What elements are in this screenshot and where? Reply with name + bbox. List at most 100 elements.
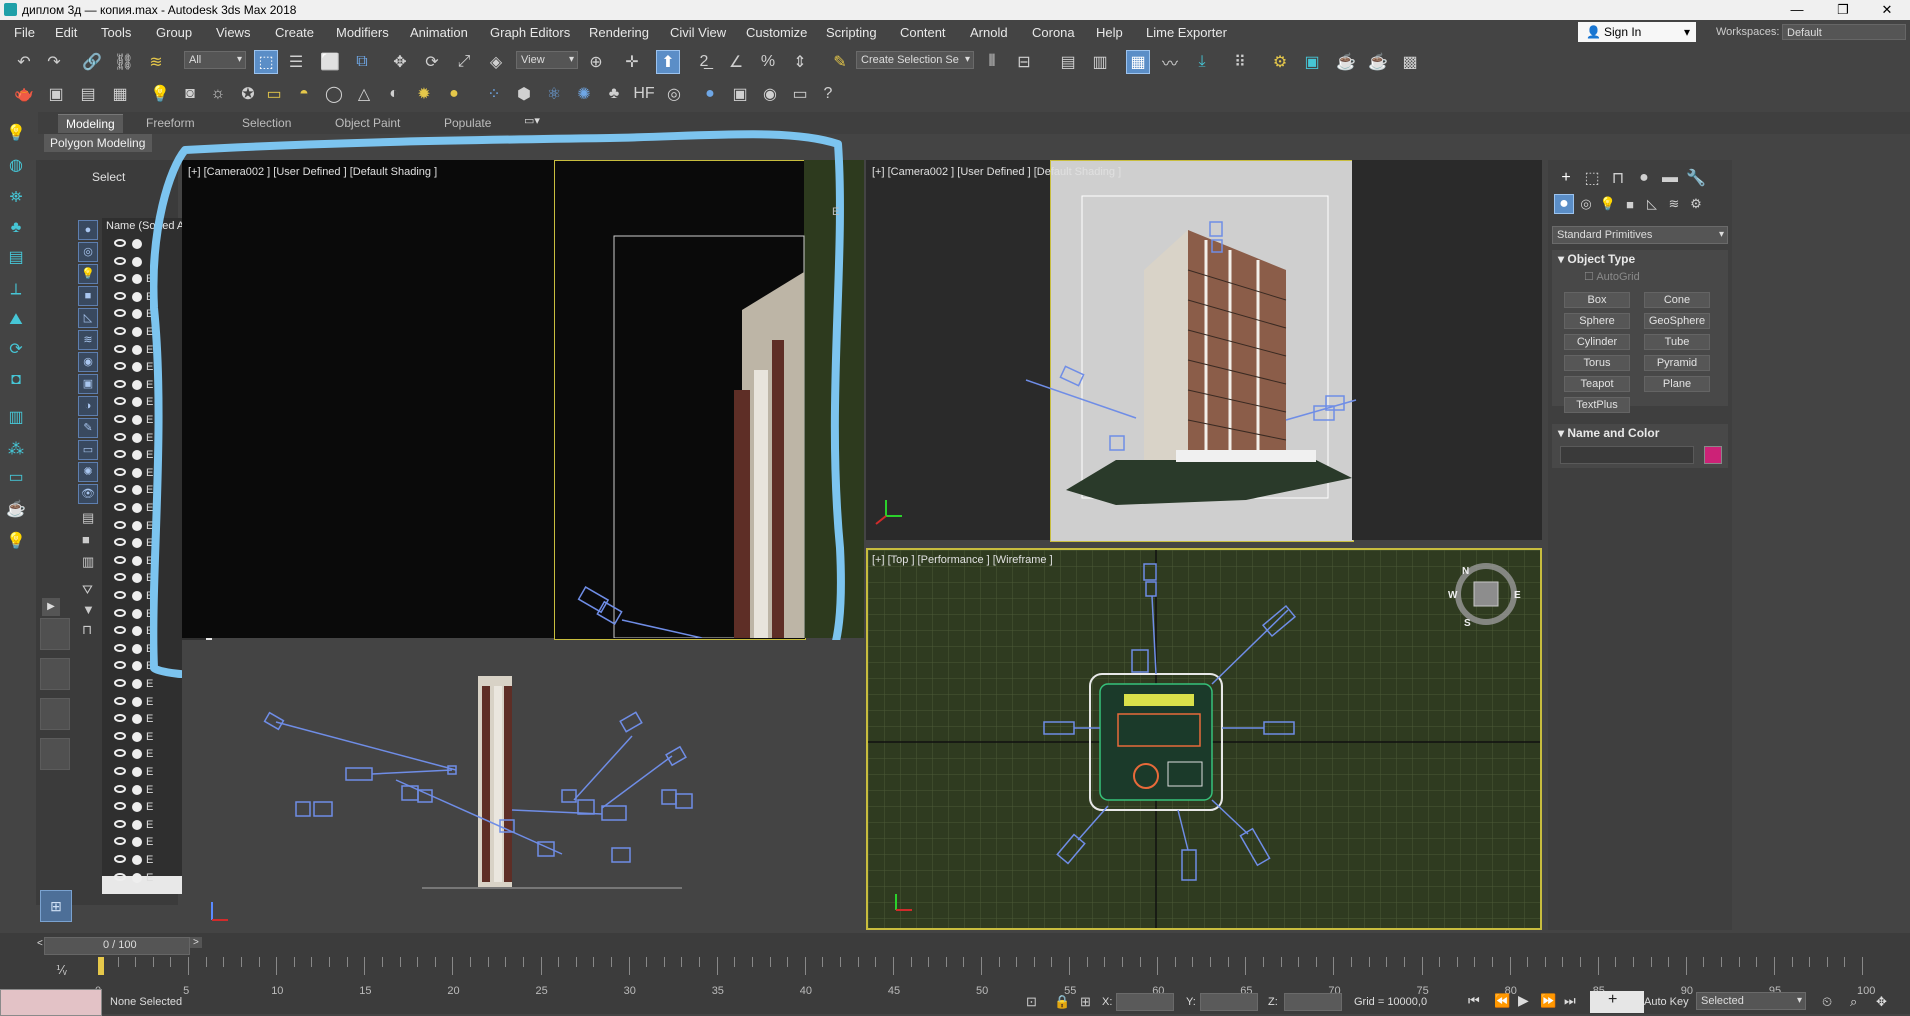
restore-button[interactable]: ❐ — [1820, 0, 1866, 20]
visibility-eye-icon[interactable] — [114, 714, 126, 723]
play-icon[interactable]: ▶ — [1518, 992, 1529, 1009]
mini-curve-editor-icon[interactable]: ⅟ᵥ — [56, 963, 67, 977]
render-toggle-icon[interactable] — [132, 731, 142, 742]
filter-shapes-icon[interactable]: ◎ — [78, 242, 98, 262]
set-key-icon[interactable]: + — [1590, 991, 1644, 1013]
layers-icon[interactable]: ▤ — [4, 246, 28, 270]
render-toggle-icon[interactable] — [132, 327, 142, 337]
menu-customize[interactable]: Customize — [746, 25, 807, 40]
isolate-icon[interactable]: ⊡ — [1026, 994, 1037, 1010]
render-toggle-icon[interactable] — [132, 256, 142, 267]
pivot-point-icon[interactable]: ⊕ — [584, 50, 608, 74]
render-toggle-icon[interactable] — [132, 714, 142, 725]
time-slider[interactable]: < 0 / 100 — [37, 937, 190, 955]
utilities-tab-icon[interactable]: 🔧 — [1684, 166, 1708, 190]
arnold-settings-icon[interactable]: ▭ — [788, 82, 812, 106]
render-toggle-icon[interactable] — [132, 274, 142, 285]
auto-key-button[interactable]: Auto Key — [1644, 996, 1689, 1008]
render-toggle-icon[interactable] — [132, 626, 142, 637]
move-icon[interactable]: ✥ — [388, 50, 412, 74]
menu-edit[interactable]: Edit — [55, 25, 77, 40]
motion-tab-icon[interactable]: ● — [1632, 166, 1656, 190]
corona-hdri-icon[interactable]: HF — [632, 82, 656, 106]
menu-scripting[interactable]: Scripting — [826, 25, 877, 40]
toggle-scene-explorer-icon[interactable]: ▤ — [1056, 50, 1080, 74]
tube-icon[interactable]: ◘ — [4, 368, 28, 392]
tab-modeling[interactable]: Modeling — [58, 114, 123, 133]
visibility-eye-icon[interactable] — [114, 802, 126, 811]
render-toggle-icon[interactable] — [132, 503, 142, 513]
tree-icon[interactable]: ♣ — [4, 216, 28, 240]
pan-icon[interactable]: ✥ — [1876, 994, 1887, 1010]
menu-help[interactable]: Help — [1096, 25, 1123, 40]
bind-space-warp-icon[interactable]: ≋ — [144, 50, 168, 74]
filter-helpers-icon[interactable]: ◺ — [78, 308, 98, 328]
visibility-eye-icon[interactable] — [114, 819, 126, 828]
render-toggle-icon[interactable] — [132, 485, 142, 496]
percent-snap-icon[interactable]: % — [756, 50, 780, 74]
window-crossing-icon[interactable]: ⧉ — [350, 50, 374, 74]
toggle-ribbon-icon[interactable]: ▦ — [1126, 50, 1150, 74]
maxscript-listener[interactable] — [0, 989, 102, 1016]
rendered-frame-window-icon[interactable]: ▣ — [1300, 50, 1324, 74]
visibility-eye-icon[interactable] — [114, 749, 126, 758]
visibility-eye-icon[interactable] — [114, 327, 126, 335]
render-toggle-icon[interactable] — [132, 555, 142, 566]
bulb-rail-icon[interactable]: 💡 — [4, 530, 28, 554]
align-icon[interactable]: ⊟ — [1012, 50, 1036, 74]
curve-editor-icon[interactable]: 〰 — [1158, 50, 1182, 74]
visibility-eye-icon[interactable] — [114, 467, 126, 476]
render-in-cloud-icon[interactable]: ▩ — [1398, 50, 1422, 74]
menu-animation[interactable]: Animation — [410, 25, 468, 40]
material-editor-icon[interactable]: ⠿ — [1228, 50, 1252, 74]
corona-box-icon[interactable]: ▭ — [262, 82, 286, 106]
visibility-eye-icon[interactable] — [114, 291, 126, 300]
filter-visible-icon[interactable]: 👁 — [78, 484, 98, 504]
visibility-eye-icon[interactable] — [114, 837, 126, 846]
geosphere-button[interactable]: GeoSphere — [1644, 313, 1710, 329]
corona-light-icon[interactable]: 💡 — [148, 82, 172, 106]
render-toggle-icon[interactable] — [132, 855, 142, 865]
reference-coordinate-dropdown[interactable]: View — [516, 51, 578, 69]
visibility-eye-icon[interactable] — [114, 661, 126, 670]
menu-arnold[interactable]: Arnold — [970, 25, 1008, 40]
corona-grass-icon[interactable]: ♣ — [602, 82, 626, 106]
layout-slot-4[interactable] — [40, 738, 70, 770]
cone-button[interactable]: Cone — [1644, 292, 1710, 308]
visibility-eye-icon[interactable] — [114, 239, 126, 247]
ribbon-options-icon[interactable]: ▭▾ — [524, 114, 540, 127]
display-tab-icon[interactable]: ▬ — [1658, 166, 1682, 190]
help-icon[interactable]: ? — [816, 82, 840, 106]
menu-graph-editors[interactable]: Graph Editors — [490, 25, 570, 40]
visibility-eye-icon[interactable] — [114, 362, 126, 371]
plane-button[interactable]: Plane — [1644, 376, 1710, 392]
teapot-button[interactable]: Teapot — [1564, 376, 1630, 392]
filter-xrefs-icon[interactable]: ▣ — [78, 374, 98, 394]
filter-frozen-icon[interactable]: ▭ — [78, 440, 98, 460]
filter-warps-icon[interactable]: ≋ — [78, 330, 98, 350]
visibility-eye-icon[interactable] — [114, 872, 126, 881]
redo-icon[interactable]: ↷ — [42, 50, 66, 74]
render-toggle-icon[interactable] — [132, 573, 142, 584]
render-toggle-icon[interactable] — [132, 415, 142, 425]
corona-hemisphere-icon[interactable]: ◓ — [292, 82, 316, 106]
render-toggle-icon[interactable] — [132, 467, 142, 478]
expand-arrow-icon[interactable]: ▶ — [42, 598, 60, 616]
render-production-icon[interactable]: ☕ — [1334, 50, 1358, 74]
systems-category-icon[interactable]: ⚙ — [1686, 194, 1706, 214]
visibility-eye-icon[interactable] — [114, 626, 126, 635]
select-manipulate-icon[interactable]: ✛ — [620, 50, 644, 74]
panel-icon[interactable]: ▥ — [4, 406, 28, 430]
visibility-eye-icon[interactable] — [114, 591, 126, 599]
filter-cameras-icon[interactable]: ■ — [78, 286, 98, 306]
object-name-input[interactable] — [1560, 446, 1694, 464]
teapot-rail-icon[interactable]: ☕ — [4, 498, 28, 522]
pyramid-button[interactable]: Pyramid — [1644, 355, 1710, 371]
corona-sunlight-icon[interactable]: ✹ — [412, 82, 436, 106]
visibility-eye-icon[interactable] — [114, 784, 126, 793]
render-setup-icon[interactable]: ⚙ — [1268, 50, 1292, 74]
rotate-icon[interactable]: ⟳ — [420, 50, 444, 74]
layout-slot-2[interactable] — [40, 658, 70, 690]
object-type-title[interactable]: ▾ Object Type — [1558, 252, 1635, 266]
lock-icon[interactable]: ⊓ — [82, 622, 92, 638]
